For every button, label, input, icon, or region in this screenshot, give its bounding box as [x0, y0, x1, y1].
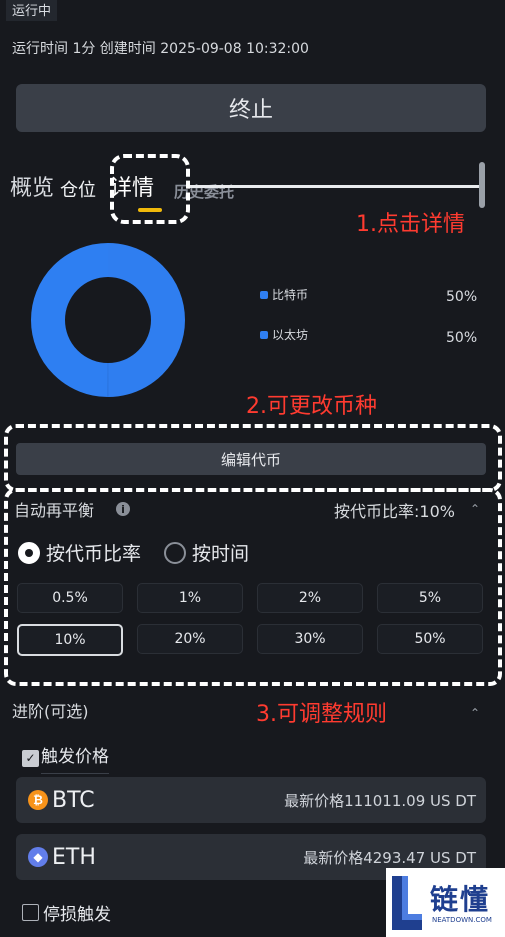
- tab-divider-line: [190, 185, 480, 188]
- option-2pct[interactable]: 2%: [257, 583, 363, 613]
- allocation-donut-chart: [31, 243, 185, 397]
- radio-by-ratio[interactable]: 按代币比率: [18, 539, 141, 566]
- option-50pct[interactable]: 50%: [377, 624, 483, 654]
- legend-label: 比特币: [272, 288, 309, 302]
- trigger-price-checkbox-row[interactable]: ✓ 触发价格: [22, 742, 109, 774]
- annotation-step2: 2.可更改币种: [246, 394, 377, 419]
- neatdown-logo: 链懂 NEATDOWN.COM: [386, 868, 505, 937]
- option-1pct[interactable]: 1%: [137, 583, 243, 613]
- rebalance-summary: 按代币比率:10%: [334, 502, 455, 521]
- option-5pct[interactable]: 5%: [377, 583, 483, 613]
- stop-loss-label: 停损触发: [43, 905, 111, 925]
- annotation-step3: 3.可调整规则: [256, 702, 387, 727]
- info-icon[interactable]: i: [116, 502, 130, 516]
- coin-latest-price: 最新价格111011.09 US DT: [284, 791, 476, 810]
- status-badge: 运行中: [6, 0, 58, 21]
- legend-label: 以太坊: [272, 328, 309, 342]
- coin-card-btc[interactable]: ₿ BTC 最新价格111011.09 US DT: [16, 777, 486, 823]
- logo-text-cn: 链懂: [430, 883, 491, 916]
- tab-positions[interactable]: 仓位: [60, 176, 96, 202]
- edit-coin-button[interactable]: 编辑代币: [16, 443, 486, 475]
- option-20pct[interactable]: 20%: [137, 624, 243, 654]
- legend-pct-bitcoin: 50%: [446, 289, 478, 305]
- chevron-up-icon[interactable]: ⌃: [470, 502, 480, 516]
- legend-color-dot: [260, 290, 268, 299]
- tab-overview[interactable]: 概览: [10, 170, 54, 202]
- radio-label: 按时间: [192, 543, 250, 565]
- advanced-title: 进阶(可选): [12, 702, 89, 721]
- radio-by-time[interactable]: 按时间: [164, 539, 249, 566]
- logo-mark-icon: [392, 876, 422, 930]
- highlight-details-tab: [110, 154, 190, 224]
- trigger-price-label: 触发价格: [41, 742, 109, 774]
- option-30pct[interactable]: 30%: [257, 624, 363, 654]
- option-10pct[interactable]: 10%: [17, 624, 123, 656]
- coin-symbol: ETH: [52, 844, 96, 870]
- rebalance-title: 自动再平衡: [14, 501, 95, 520]
- coin-latest-price: 最新价格4293.47 US DT: [303, 848, 476, 867]
- option-0.5pct[interactable]: 0.5%: [17, 583, 123, 613]
- legend-item-bitcoin: 比特币: [260, 286, 308, 303]
- bitcoin-icon: ₿: [28, 790, 48, 810]
- logo-text-en: NEATDOWN.COM: [432, 916, 492, 924]
- legend-item-ethereum: 以太坊: [260, 326, 308, 343]
- radio-label: 按代币比率: [46, 543, 142, 565]
- stop-button[interactable]: 终止: [16, 84, 486, 132]
- scrollbar[interactable]: [479, 162, 485, 208]
- stop-loss-checkbox-row[interactable]: 停损触发: [22, 900, 111, 925]
- legend-pct-ethereum: 50%: [446, 330, 478, 346]
- radio-unchecked-icon[interactable]: [164, 541, 186, 564]
- ethereum-icon: ◆: [28, 847, 48, 867]
- coin-symbol: BTC: [52, 787, 95, 813]
- chevron-up-icon[interactable]: ⌃: [470, 706, 480, 720]
- radio-checked-icon[interactable]: [18, 541, 40, 564]
- legend-color-dot: [260, 330, 268, 339]
- annotation-step1: 1.点击详情: [356, 212, 465, 237]
- run-info-text: 运行时间 1分 创建时间 2025-09-08 10:32:00: [12, 41, 309, 57]
- checkbox-checked-icon[interactable]: ✓: [22, 749, 39, 767]
- checkbox-unchecked-icon[interactable]: [22, 904, 39, 921]
